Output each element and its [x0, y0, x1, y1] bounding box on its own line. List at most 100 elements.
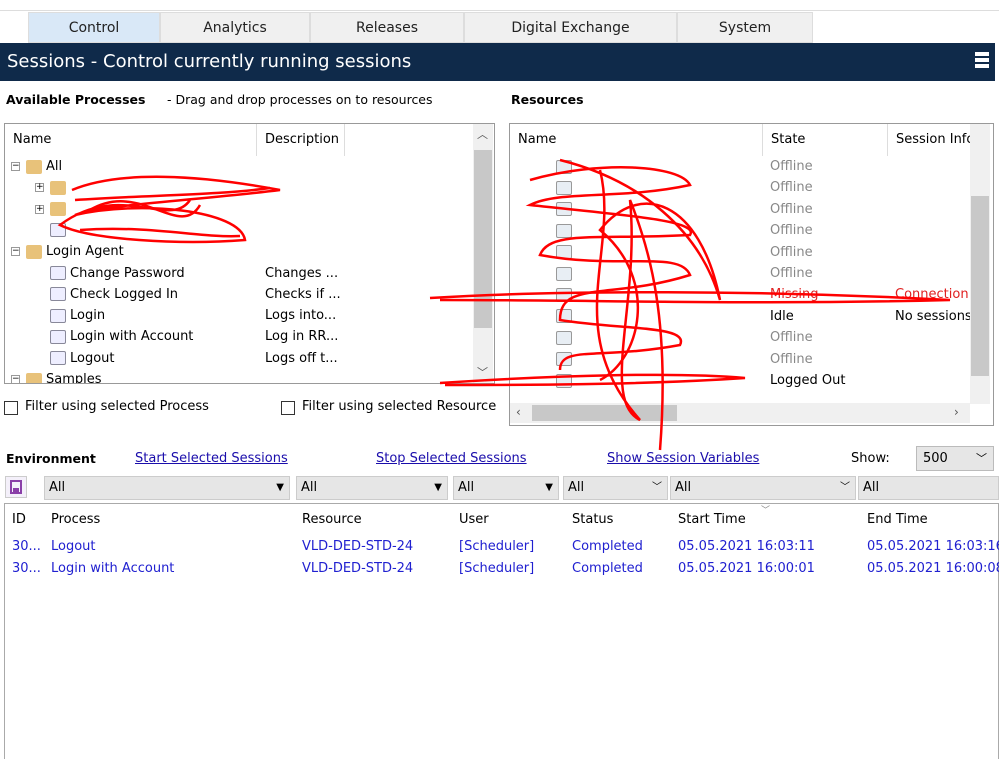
resource-row[interactable]: [556, 370, 756, 391]
session-cell[interactable]: 05.05.2021 16:00:01: [678, 561, 815, 576]
session-cell[interactable]: Completed: [572, 539, 643, 554]
show-label: Show:: [851, 451, 890, 466]
scroll-left-icon[interactable]: ‹: [516, 405, 521, 419]
tree-item[interactable]: [35, 220, 494, 241]
expand-toggle-icon[interactable]: −: [11, 375, 20, 383]
process-scrollbar[interactable]: ︿ ﹀: [473, 124, 493, 383]
filter-value: All: [301, 480, 318, 495]
save-icon[interactable]: [5, 476, 27, 498]
filter-value: All: [675, 480, 692, 495]
column-filter-select[interactable]: All: [858, 476, 999, 500]
start-sessions-link[interactable]: Start Selected Sessions: [135, 451, 288, 466]
session-cell[interactable]: VLD-DED-STD-24: [302, 539, 413, 554]
resource-row[interactable]: [556, 242, 756, 263]
scroll-thumb[interactable]: [474, 150, 492, 328]
column-header[interactable]: Status: [572, 512, 613, 527]
column-header[interactable]: ID: [12, 512, 26, 527]
resource-row[interactable]: [556, 284, 756, 305]
tab-control[interactable]: Control: [28, 12, 160, 43]
scroll-thumb[interactable]: [532, 405, 677, 421]
tree-item-description: Checks if ...: [265, 286, 341, 302]
tab-system[interactable]: System: [677, 12, 813, 43]
tab-releases[interactable]: Releases: [310, 12, 464, 43]
session-cell[interactable]: VLD-DED-STD-24: [302, 561, 413, 576]
expand-toggle-icon[interactable]: −: [11, 162, 20, 171]
column-state[interactable]: State: [763, 124, 888, 156]
resources-vscrollbar[interactable]: [970, 124, 990, 404]
process-icon: [50, 287, 66, 302]
folder-icon: [26, 372, 42, 383]
show-count-select[interactable]: 500 ﹀: [916, 446, 994, 471]
column-description[interactable]: Description: [257, 124, 345, 156]
session-cell[interactable]: 05.05.2021 16:00:08: [867, 561, 999, 576]
sort-indicator-icon: ﹀: [761, 506, 771, 516]
filter-resource-label: Filter using selected Resource: [302, 399, 497, 414]
resource-state: Offline: [770, 330, 813, 346]
column-filter-select[interactable]: All ﹀: [563, 476, 668, 500]
column-name[interactable]: Name: [510, 124, 763, 156]
tab-analytics[interactable]: Analytics: [160, 12, 310, 43]
filter-process-checkbox[interactable]: [4, 401, 18, 415]
stop-sessions-link[interactable]: Stop Selected Sessions: [376, 451, 527, 466]
top-border: [0, 10, 999, 11]
resource-row[interactable]: [556, 220, 756, 241]
column-name[interactable]: Name: [5, 124, 257, 156]
session-variables-link[interactable]: Show Session Variables: [607, 451, 759, 466]
tab-digital-exchange[interactable]: Digital Exchange: [464, 12, 677, 43]
scroll-right-icon[interactable]: ›: [954, 405, 959, 419]
drag-hint: - Drag and drop processes on to resource…: [167, 92, 433, 107]
session-cell[interactable]: Logout: [51, 539, 96, 554]
tree-item-description: Changes ...: [265, 265, 339, 281]
column-header[interactable]: User: [459, 512, 489, 527]
tree-item-label: All: [46, 159, 63, 174]
column-filter-select[interactable]: All ﹀: [670, 476, 856, 500]
scroll-down-icon[interactable]: ﹀: [477, 364, 488, 380]
column-filter-select[interactable]: All ▼: [296, 476, 448, 500]
process-tree[interactable]: Name Description − All + + − Login Agent Chang…: [4, 123, 495, 384]
resource-row[interactable]: [556, 306, 756, 327]
resource-row[interactable]: [556, 327, 756, 348]
expand-toggle-icon[interactable]: +: [35, 204, 44, 214]
tree-item-description: Logs off t...: [265, 350, 338, 366]
tree-item[interactable]: +: [35, 199, 494, 220]
tree-item[interactable]: − All: [11, 156, 471, 177]
process-icon: [50, 329, 66, 344]
session-cell[interactable]: 05.05.2021 16:03:11: [678, 539, 815, 554]
expand-toggle-icon[interactable]: +: [35, 183, 44, 193]
folder-icon: [26, 159, 42, 174]
column-filter-select[interactable]: All ▼: [44, 476, 290, 500]
resource-row[interactable]: [556, 349, 756, 370]
column-header[interactable]: Resource: [302, 512, 362, 527]
resources-hscrollbar[interactable]: ‹ ›: [510, 403, 970, 423]
scroll-thumb[interactable]: [971, 196, 989, 376]
scroll-up-icon[interactable]: ︿: [477, 126, 488, 142]
tree-item[interactable]: − Login Agent: [11, 241, 471, 262]
resource-state: Offline: [770, 351, 813, 367]
resource-row[interactable]: [556, 263, 756, 284]
hamburger-icon[interactable]: [975, 52, 989, 70]
resource-row[interactable]: [556, 199, 756, 220]
resource-row[interactable]: [556, 156, 756, 177]
expand-toggle-icon[interactable]: −: [11, 247, 20, 257]
column-header[interactable]: Start Time: [678, 512, 746, 527]
column-header[interactable]: Process: [51, 512, 100, 527]
session-cell[interactable]: 30...: [12, 539, 41, 554]
tree-item[interactable]: − Samples: [11, 369, 471, 383]
session-cell[interactable]: 30...: [12, 561, 41, 576]
tree-item-label: Logout: [70, 350, 115, 366]
session-cell[interactable]: [Scheduler]: [459, 539, 534, 554]
session-cell[interactable]: 05.05.2021 16:03:16: [867, 539, 999, 554]
session-cell[interactable]: Login with Account: [51, 561, 174, 576]
column-header[interactable]: End Time: [867, 512, 928, 527]
filter-resource-checkbox[interactable]: [281, 401, 295, 415]
filter-process-label: Filter using selected Process: [25, 399, 209, 414]
session-cell[interactable]: [Scheduler]: [459, 561, 534, 576]
chevron-down-icon: ﹀: [840, 482, 850, 493]
page-header: Sessions - Control currently running ses…: [0, 43, 995, 81]
resources-list[interactable]: Name State Session Info Offline Offline Of…: [509, 123, 994, 426]
session-cell[interactable]: Completed: [572, 561, 643, 576]
resource-row[interactable]: [556, 177, 756, 198]
tree-item[interactable]: +: [35, 177, 494, 198]
computer-icon: [556, 180, 572, 195]
column-filter-select[interactable]: All ▼: [453, 476, 559, 500]
